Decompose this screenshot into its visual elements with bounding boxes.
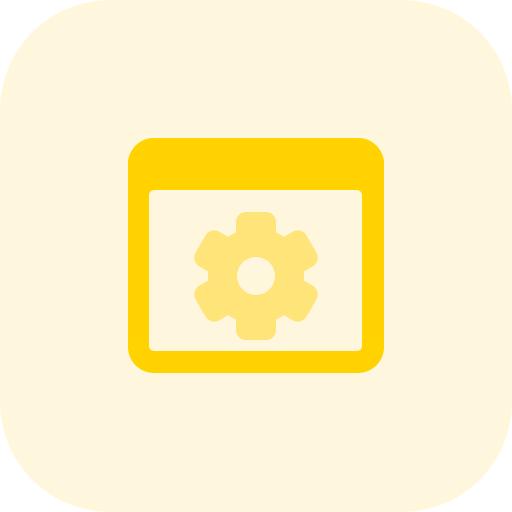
gear-center-hole [237,257,275,295]
window-title-bar [128,138,384,190]
browser-settings-icon [128,138,384,373]
